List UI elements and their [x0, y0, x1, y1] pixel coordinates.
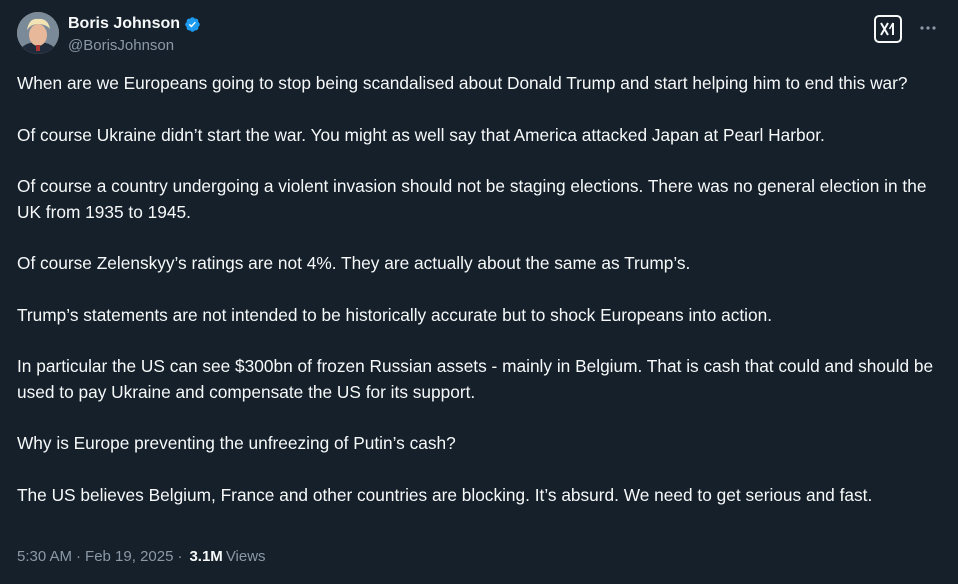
author-handle[interactable]: @BorisJohnson	[68, 36, 201, 56]
tweet-paragraph: When are we Europeans going to stop bein…	[17, 73, 908, 93]
tweet-paragraph: Of course Zelenskyy’s ratings are not 4%…	[17, 253, 691, 273]
author-name[interactable]: Boris Johnson	[68, 14, 180, 34]
tweet-date[interactable]: Feb 19, 2025	[85, 548, 173, 565]
grok-icon	[880, 22, 894, 36]
meta-separator: ·	[76, 548, 82, 565]
author-info: Boris Johnson @BorisJohnson	[68, 14, 201, 56]
tweet-time[interactable]: 5:30 AM	[17, 548, 72, 565]
avatar-image	[17, 12, 59, 54]
avatar[interactable]	[17, 12, 59, 54]
tweet-text: When are we Europeans going to stop bein…	[17, 71, 941, 508]
verified-badge-icon	[185, 16, 200, 32]
tweet-header: Boris Johnson @BorisJohnson	[17, 12, 940, 58]
more-options-icon	[920, 26, 936, 30]
views-count: 3.1M	[189, 548, 223, 565]
grok-button[interactable]	[874, 15, 902, 43]
more-options-button[interactable]	[916, 16, 940, 40]
tweet-paragraph: Of course Ukraine didn’t start the war. …	[17, 124, 825, 145]
tweet-paragraph: Why is Europe preventing the unfreezing …	[17, 433, 456, 453]
views-label: Views	[225, 548, 266, 565]
meta-separator: ·	[177, 548, 183, 565]
tweet-paragraph: In particular the US can see $300bn of f…	[17, 356, 934, 402]
tweet-paragraph: Of course a country undergoing a violent…	[17, 176, 927, 222]
tweet-meta: 5:30 AM · Feb 19, 2025 · 3.1M Views	[17, 548, 266, 565]
tweet-paragraph: The US believes Belgium, France and othe…	[17, 484, 873, 505]
tweet-paragraph: Trump’s statements are not intended to b…	[17, 304, 773, 325]
